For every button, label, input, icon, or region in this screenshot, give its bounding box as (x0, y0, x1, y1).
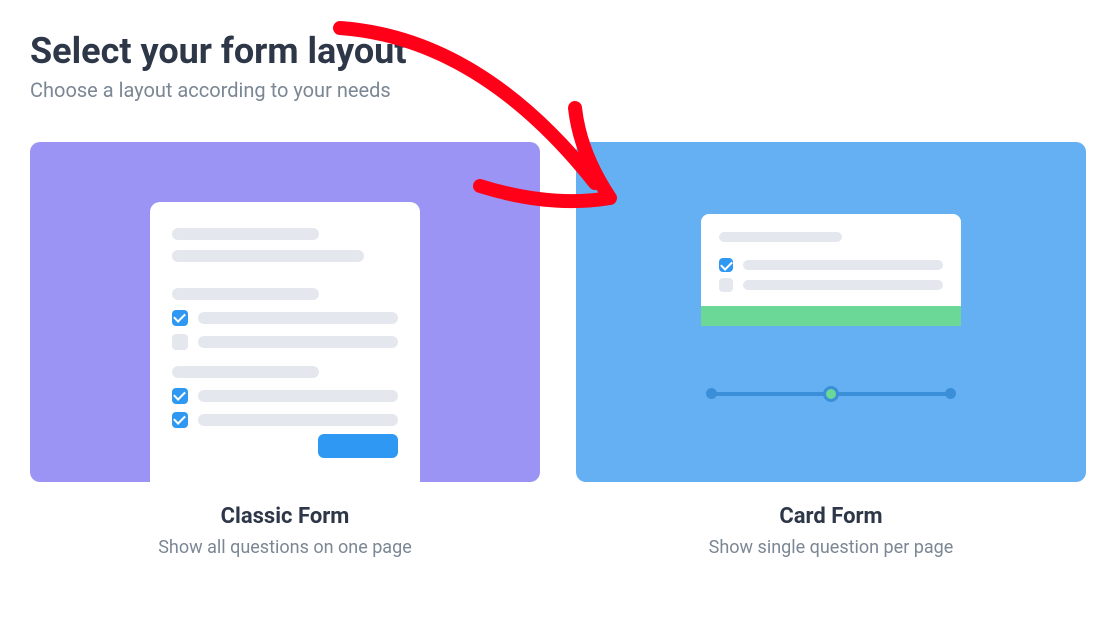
placeholder-row (172, 334, 398, 350)
placeholder-row (719, 258, 943, 272)
placeholder-bar (198, 336, 398, 348)
placeholder-bar (198, 390, 398, 402)
option-title-classic: Classic Form (221, 504, 350, 529)
card-footer-bar (701, 306, 961, 326)
placeholder-row (172, 412, 398, 428)
submit-button-mockup (318, 434, 398, 458)
layout-option-card[interactable]: Card Form Show single question per page (576, 142, 1086, 558)
progress-dot-icon (706, 388, 717, 399)
checkbox-icon (172, 388, 188, 404)
placeholder-row (172, 310, 398, 326)
card-preview (576, 142, 1086, 482)
checkbox-icon (719, 278, 733, 292)
placeholder-bar (198, 414, 398, 426)
progress-dot-icon (945, 388, 956, 399)
option-title-card: Card Form (779, 504, 882, 529)
placeholder-bar (172, 288, 319, 300)
classic-preview (30, 142, 540, 482)
placeholder-row (719, 278, 943, 292)
page-subtitle: Choose a layout according to your needs (30, 78, 1086, 102)
placeholder-bar (172, 366, 319, 378)
page-title: Select your form layout (30, 30, 1086, 72)
progress-track (711, 392, 951, 396)
checkbox-icon (172, 412, 188, 428)
progress-dot-active-icon (823, 386, 839, 402)
card-form-mockup (701, 214, 961, 326)
classic-form-mockup (150, 202, 420, 482)
checkbox-icon (719, 258, 733, 272)
placeholder-row (172, 388, 398, 404)
placeholder-bar (743, 260, 943, 270)
option-desc-card: Show single question per page (709, 537, 954, 558)
placeholder-bar (743, 280, 943, 290)
checkbox-icon (172, 310, 188, 326)
placeholder-bar (719, 232, 842, 242)
layout-option-classic[interactable]: Classic Form Show all questions on one p… (30, 142, 540, 558)
checkbox-icon (172, 334, 188, 350)
layout-options-row: Classic Form Show all questions on one p… (30, 142, 1086, 558)
placeholder-bar (172, 250, 364, 262)
placeholder-bar (198, 312, 398, 324)
placeholder-bar (172, 228, 319, 240)
option-desc-classic: Show all questions on one page (158, 537, 412, 558)
